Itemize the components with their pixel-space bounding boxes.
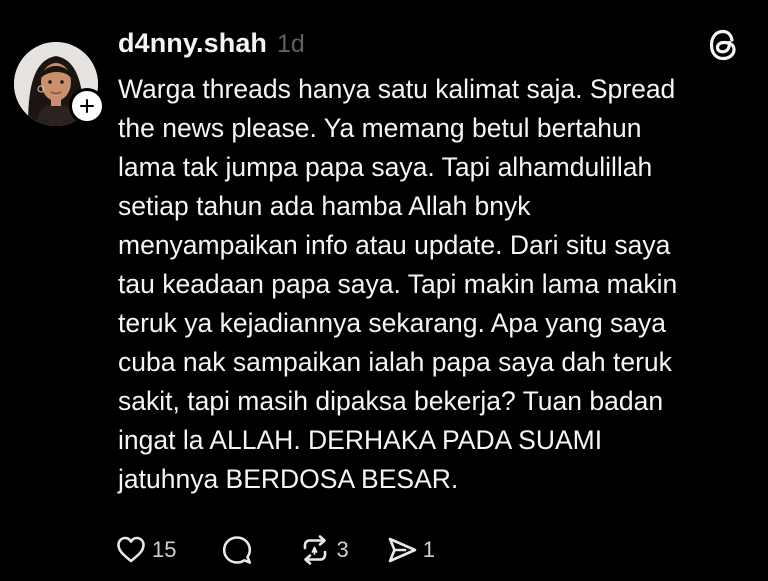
- repost-icon: [304, 535, 327, 565]
- post-text-line: the news please. Ya memang betul bertahu…: [118, 113, 642, 143]
- share-count: 1: [422, 537, 435, 562]
- comment-icon: [223, 536, 252, 564]
- post-text-line: teruk ya kejadiannya sekarang. Apa yang …: [118, 308, 667, 338]
- plus-icon: [80, 99, 94, 113]
- post-text-line: sakit, tapi masih dipaksa bekerja? Tuan …: [118, 386, 664, 416]
- post-time: 1d: [277, 30, 305, 58]
- share-button[interactable]: 1: [385, 533, 435, 567]
- repost-count: 3: [336, 537, 349, 562]
- post-text-line: tau keadaan papa saya. Tapi makin lama m…: [118, 269, 678, 299]
- like-count: 15: [152, 537, 177, 562]
- follow-button[interactable]: [69, 88, 105, 124]
- post-text-line: jatuhnya BERDOSA BESAR.: [118, 464, 459, 494]
- send-icon: [388, 537, 417, 563]
- post-text-line: lama tak jumpa papa saya. Tapi alhamduli…: [118, 152, 653, 182]
- post-text-line: cuba nak sampaikan ialah papa saya dah t…: [118, 347, 672, 377]
- repost-button[interactable]: 3: [298, 533, 349, 567]
- like-button[interactable]: 15: [114, 533, 176, 567]
- post-text-line: Warga threads hanya satu kalimat saja. S…: [118, 74, 676, 104]
- threads-logo-icon[interactable]: [706, 28, 740, 62]
- post-text-line: ingat la ALLAH. DERHAKA PADA SUAMI: [118, 425, 603, 455]
- post-text-line: menyampaikan info atau update. Dari situ…: [118, 230, 671, 260]
- post-text: Warga threads hanya satu kalimat saja. S…: [118, 70, 748, 499]
- post-text-line: setiap tahun ada hamba Allah bnyk: [118, 191, 531, 221]
- heart-icon: [117, 536, 145, 563]
- username[interactable]: d4nny.shah: [118, 28, 267, 59]
- action-bar: 15 3 1: [114, 530, 435, 570]
- comment-button[interactable]: [220, 533, 254, 567]
- post-header: d4nny.shah 1d: [118, 28, 305, 64]
